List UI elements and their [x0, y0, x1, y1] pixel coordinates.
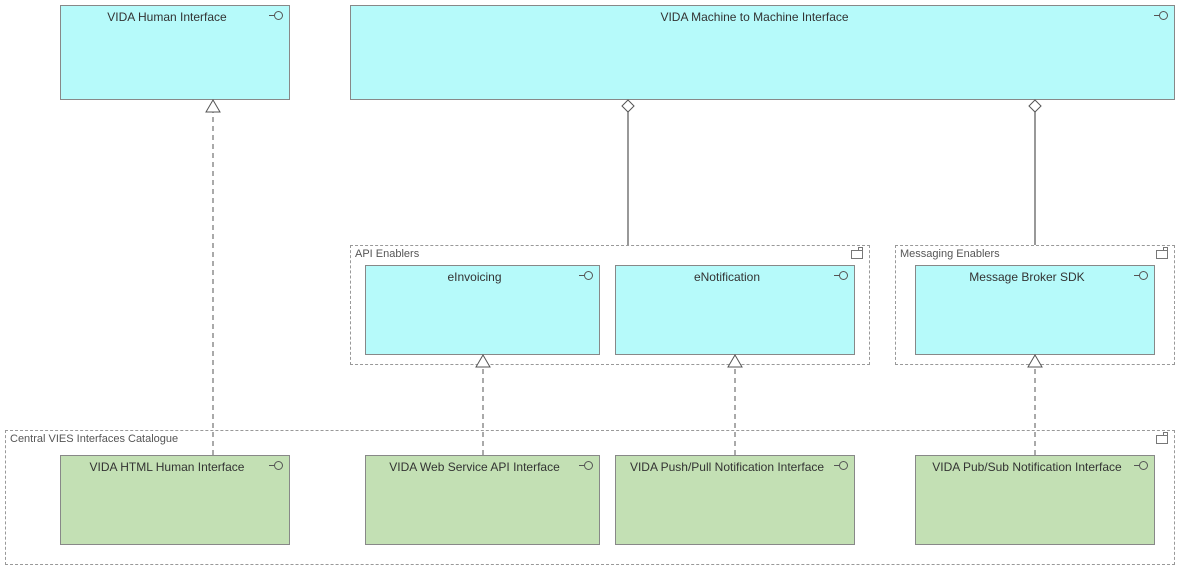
box-label: VIDA Pub/Sub Notification Interface: [922, 460, 1132, 474]
box-label: VIDA Human Interface: [67, 10, 267, 24]
interface-icon: [269, 11, 283, 21]
box-label: VIDA Machine to Machine Interface: [357, 10, 1152, 24]
box-vida-human-interface: VIDA Human Interface: [60, 5, 290, 100]
box-label: Message Broker SDK: [922, 270, 1132, 284]
interface-icon: [579, 271, 593, 281]
box-label: eInvoicing: [372, 270, 577, 284]
box-vida-ws-api: VIDA Web Service API Interface: [365, 455, 600, 545]
interface-icon: [834, 461, 848, 471]
interface-icon: [1154, 11, 1168, 21]
box-vida-m2m-interface: VIDA Machine to Machine Interface: [350, 5, 1175, 100]
box-label: VIDA Push/Pull Notification Interface: [622, 460, 832, 474]
folder-icon: [851, 250, 863, 259]
box-label: VIDA HTML Human Interface: [67, 460, 267, 474]
folder-icon: [1156, 250, 1168, 259]
interface-icon: [579, 461, 593, 471]
group-label: Central VIES Interfaces Catalogue: [10, 433, 1154, 445]
group-label: API Enablers: [355, 248, 849, 260]
interface-icon: [1134, 271, 1148, 281]
box-einvoicing: eInvoicing: [365, 265, 600, 355]
box-label: VIDA Web Service API Interface: [372, 460, 577, 474]
box-vida-pushpull: VIDA Push/Pull Notification Interface: [615, 455, 855, 545]
box-enotification: eNotification: [615, 265, 855, 355]
box-message-broker: Message Broker SDK: [915, 265, 1155, 355]
interface-icon: [269, 461, 283, 471]
group-label: Messaging Enablers: [900, 248, 1154, 260]
box-vida-pubsub: VIDA Pub/Sub Notification Interface: [915, 455, 1155, 545]
diagram-canvas: VIDA Human Interface VIDA Machine to Mac…: [0, 0, 1185, 581]
interface-icon: [834, 271, 848, 281]
box-vida-html-human: VIDA HTML Human Interface: [60, 455, 290, 545]
interface-icon: [1134, 461, 1148, 471]
folder-icon: [1156, 435, 1168, 444]
box-label: eNotification: [622, 270, 832, 284]
